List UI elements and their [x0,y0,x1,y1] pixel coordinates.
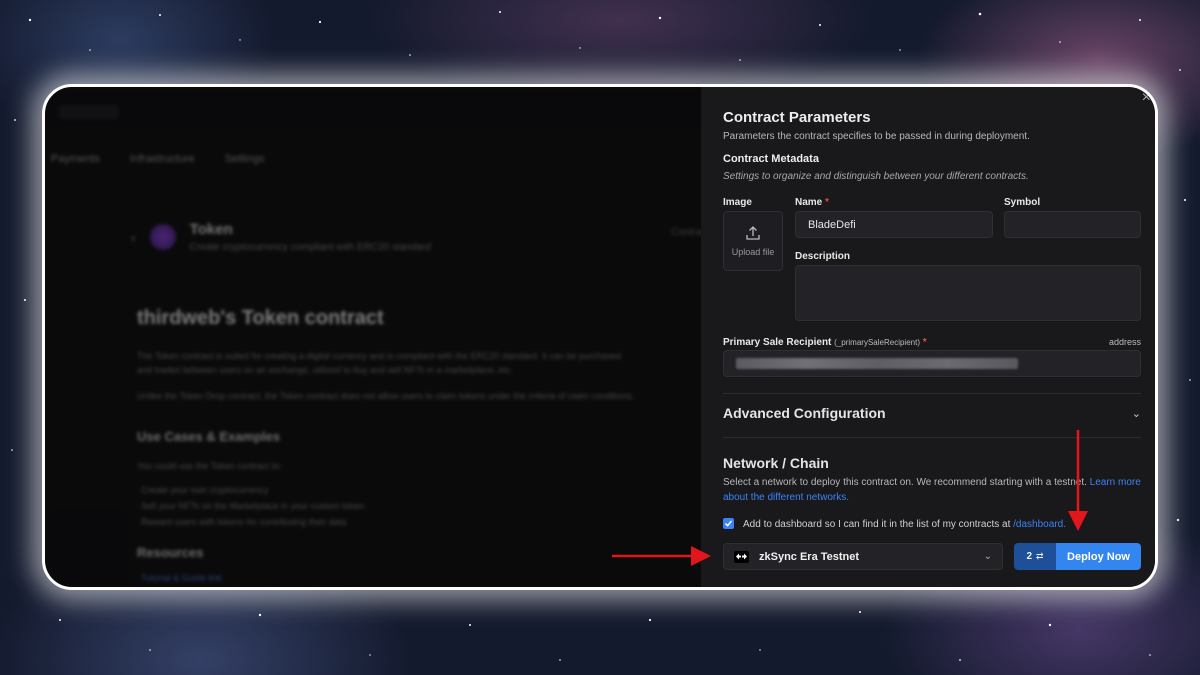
intro-paragraph: The Token contract is suited for creatin… [137,351,622,375]
use-cases-intro: You could use the Token contract to: [137,461,282,471]
selected-chain: zkSync Era Testnet [759,550,860,563]
image-upload[interactable]: Upload file [723,211,783,271]
swap-icon: ⇄ [1036,551,1044,561]
token-name: Token [189,221,233,238]
recipient-type: address [1108,337,1141,347]
symbol-input[interactable] [1004,211,1141,238]
recipient-label: Primary Sale Recipient (_primarySaleReci… [723,337,927,348]
screenshot-frame: Payments Infrastructure Settings ‹ Token… [42,84,1158,590]
recipient-param: (_primarySaleRecipient) [834,338,920,347]
description-label: Description [795,251,851,262]
divider [723,437,1141,438]
nav-item-infrastructure[interactable]: Infrastructure [130,153,195,165]
use-cases-heading: Use Cases & Examples [137,429,281,444]
name-input[interactable]: BladeDefi [795,211,993,238]
second-paragraph: Unlike the Token Drop contract, the Toke… [137,391,635,401]
advanced-config-title[interactable]: Advanced Configuration [723,405,886,421]
chevron-down-icon: ⌄ [983,551,992,562]
nav-item-payments[interactable]: Payments [51,153,100,165]
resources-link[interactable]: Tutorial & Guide link [141,573,222,583]
page-heading: thirdweb's Token contract [137,307,384,329]
dashboard-text: Add to dashboard so I can find it in the… [743,519,1066,530]
name-label: Name * [795,197,829,208]
nav-item-settings[interactable]: Settings [225,153,265,165]
metadata-title: Contract Metadata [723,153,819,165]
panel-title: Contract Parameters [723,109,871,126]
recipient-input[interactable] [723,350,1141,377]
use-case-item: Sell your NFTs on the Marketplace in you… [141,501,365,511]
panel-subtitle: Parameters the contract specifies to be … [723,131,1030,142]
deploy-panel: × Contract Parameters Parameters the con… [701,87,1155,587]
top-control [59,105,119,119]
add-to-dashboard-checkbox[interactable] [723,518,734,529]
resources-heading: Resources [137,545,204,560]
description-textarea[interactable] [795,265,1141,321]
back-arrow-icon[interactable]: ‹ [131,229,136,245]
check-icon [724,520,733,527]
redacted-address [736,358,1018,369]
required-mark: * [825,197,829,208]
use-case-item: Reward users with tokens for contributin… [141,517,347,527]
network-select[interactable]: zkSync Era Testnet ⌄ [723,543,1003,570]
dashboard-link[interactable]: /dashboard. [1013,519,1066,530]
upload-label: Upload file [731,247,775,257]
image-label: Image [723,197,752,208]
symbol-label: Symbol [1004,197,1041,208]
divider [723,393,1141,394]
required-mark: * [922,337,927,348]
background-nav: Payments Infrastructure Settings [51,153,264,165]
transaction-count-button[interactable]: 2 ⇄ [1014,543,1056,570]
deploy-now-button[interactable]: Deploy Now [1056,543,1141,570]
use-case-item: Create your own cryptocurrency [141,485,269,495]
chevron-down-icon[interactable]: ⌄ [1132,407,1141,420]
token-logo-icon [149,224,176,250]
token-subtitle: Create cryptocurrency compliant with ERC… [189,242,431,253]
network-description: Select a network to deploy this contract… [723,477,1141,503]
background-page: Payments Infrastructure Settings ‹ Token… [45,87,709,587]
zksync-icon [734,550,749,563]
network-title: Network / Chain [723,455,829,471]
metadata-subtitle: Settings to organize and distinguish bet… [723,171,1029,182]
upload-icon [746,226,760,240]
transaction-count: 2 [1026,551,1032,562]
close-icon[interactable]: × [1142,89,1151,107]
token-header: ‹ Token Create cryptocurrency compliant … [131,221,431,253]
